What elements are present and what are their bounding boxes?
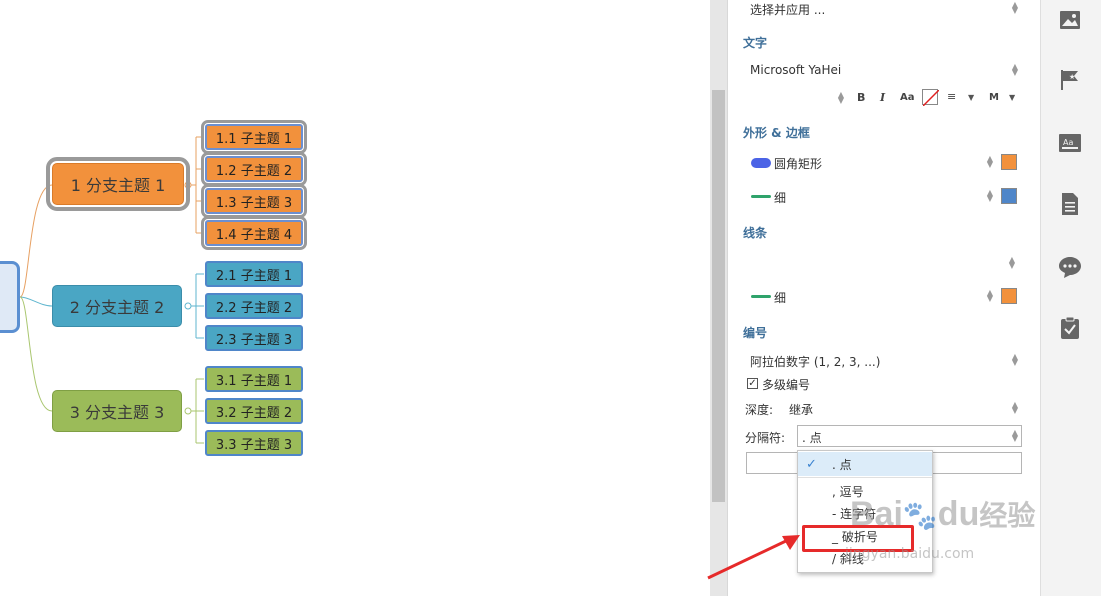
align-button[interactable]: ≡ — [947, 90, 956, 103]
separator-label: 分隔符: — [745, 431, 786, 445]
scrollbar-thumb[interactable] — [712, 90, 725, 502]
subtopic-2-3[interactable]: 2.3 子主题 3 — [205, 325, 303, 351]
line-spinner[interactable]: ▲ ▼ — [985, 289, 995, 303]
subtopic-1-4[interactable]: 1.4 子主题 4 — [201, 216, 307, 250]
line-thin-icon — [751, 295, 771, 298]
numbering-format-select[interactable]: 阿拉伯数字 (1, 2, 3, ...) — [750, 353, 880, 370]
text-style-icon[interactable]: Aa — [1058, 131, 1082, 155]
multilevel-checkbox[interactable]: ✓ — [747, 378, 758, 389]
dropdown-divider — [798, 477, 932, 478]
shape-fill-color-swatch[interactable] — [1001, 154, 1017, 170]
text-color-button[interactable] — [922, 89, 940, 107]
rounded-rect-shape-icon — [751, 158, 771, 168]
subtopic-3-3[interactable]: 3.3 子主题 3 — [205, 430, 303, 456]
subtopic-2-1[interactable]: 2.1 子主题 1 — [205, 261, 303, 287]
watermark-logo: Bai🐾du经验 — [850, 495, 1036, 533]
shape-border-section-title: 外形 & 边框 — [743, 126, 810, 140]
border-spinner[interactable]: ▲ ▼ — [985, 189, 995, 203]
font-size-spinner[interactable]: ▲ ▼ — [836, 91, 846, 105]
numbering-section-title: 编号 — [743, 326, 768, 340]
bold-button[interactable]: B — [857, 91, 865, 104]
subtopic-1-1[interactable]: 1.1 子主题 1 — [201, 120, 307, 154]
no-color-icon — [922, 89, 940, 107]
line-color-swatch[interactable] — [1001, 288, 1017, 304]
separator-select[interactable]: . 点 ▲ ▼ — [797, 425, 1022, 447]
border-thin-line-icon — [751, 195, 771, 198]
annotation-arrow-icon — [707, 535, 800, 580]
line-section-title: 线条 — [743, 226, 768, 240]
numbering-spinner[interactable]: ▲ ▼ — [1010, 353, 1020, 367]
dropdown-item-label: . 点 — [832, 457, 852, 472]
branch-topic-3[interactable]: 3 分支主题 3 — [52, 390, 182, 432]
border-width-select[interactable]: 细 — [774, 189, 786, 206]
central-topic[interactable] — [0, 261, 20, 333]
svg-text:Aa: Aa — [1063, 138, 1073, 147]
shape-spinner[interactable]: ▲ ▼ — [985, 155, 995, 169]
check-icon: ✓ — [806, 456, 817, 472]
multilevel-label: 多级编号 — [762, 378, 811, 392]
text-case-button[interactable]: Aa — [900, 92, 915, 103]
dropdown-item-dot[interactable]: ✓ . 点 — [798, 452, 932, 476]
depth-spinner[interactable]: ▲ ▼ — [1010, 401, 1020, 415]
subtopic-3-2[interactable]: 3.2 子主题 2 — [205, 398, 303, 424]
task-icon[interactable] — [1058, 316, 1082, 340]
style-select[interactable]: 选择并应用 ... — [750, 1, 825, 18]
subtopic-1-2[interactable]: 1.2 子主题 2 — [201, 152, 307, 186]
line-width-select[interactable]: 细 — [774, 289, 786, 306]
line-style-spinner[interactable]: ▲ ▼ — [1007, 256, 1017, 270]
font-select[interactable]: Microsoft YaHei — [750, 63, 841, 77]
branch-topic-2[interactable]: 2 分支主题 2 — [52, 285, 182, 327]
text-section-title: 文字 — [743, 36, 768, 50]
document-icon[interactable] — [1058, 192, 1082, 216]
subtopic-2-2[interactable]: 2.2 子主题 2 — [205, 293, 303, 319]
italic-button[interactable]: I — [880, 91, 885, 104]
watermark-url: jingyan.baidu.com — [845, 546, 975, 562]
style-select-spinner[interactable]: ▲ ▼ — [1010, 1, 1020, 15]
depth-label: 深度: — [745, 403, 774, 417]
comment-icon[interactable] — [1058, 255, 1082, 279]
border-color-swatch[interactable] — [1001, 188, 1017, 204]
separator-value: . 点 — [802, 431, 822, 445]
size-dropdown-icon[interactable]: ▼ — [1009, 93, 1015, 102]
separator-spinner[interactable]: ▲ ▼ — [1010, 429, 1020, 443]
font-select-spinner[interactable]: ▲ ▼ — [1010, 63, 1020, 77]
subtopic-3-1[interactable]: 3.1 子主题 1 — [205, 366, 303, 392]
svg-text:★: ★ — [1069, 73, 1075, 81]
font-size-button[interactable]: M — [989, 92, 999, 103]
shape-select[interactable]: 圆角矩形 — [774, 155, 822, 172]
align-dropdown-icon[interactable]: ▼ — [968, 93, 974, 102]
subtopic-1-3[interactable]: 1.3 子主题 3 — [201, 184, 307, 218]
branch-topic-1[interactable]: 1 分支主题 1 — [46, 157, 190, 211]
flag-icon[interactable]: ★ — [1058, 68, 1082, 92]
depth-select[interactable]: 继承 — [789, 401, 813, 418]
image-icon[interactable] — [1058, 8, 1082, 32]
